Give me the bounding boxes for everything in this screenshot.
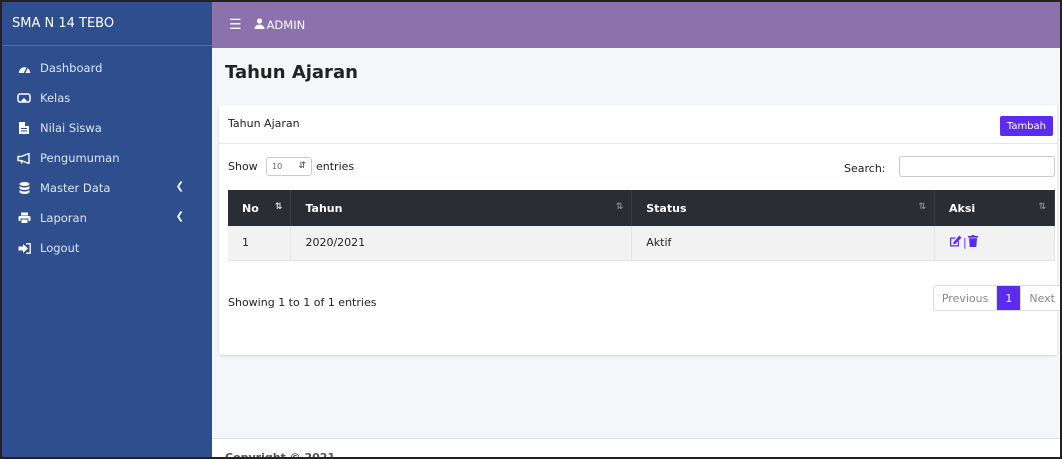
- table-info: Showing 1 to 1 of 1 entries: [228, 296, 377, 309]
- sidebar-item-label: Pengumuman: [40, 151, 120, 165]
- cell-no: 1: [228, 226, 292, 261]
- footer-copyright: Copyright © 2021: [225, 451, 336, 459]
- brand-link[interactable]: SMA N 14 TEBO: [2, 2, 212, 46]
- select-arrows-icon: ⇵: [298, 161, 306, 171]
- search-label: Search:: [844, 162, 886, 175]
- column-header-no[interactable]: No ⇅: [228, 190, 292, 226]
- data-card: Tahun Ajaran Tambah Show 10 ⇵ entries Se…: [219, 105, 1060, 355]
- sort-icon: ⇅: [1038, 202, 1046, 212]
- column-header-status[interactable]: Status ⇅: [631, 190, 936, 226]
- entries-label: entries: [316, 160, 355, 173]
- next-page-button[interactable]: Next: [1020, 286, 1060, 310]
- card-title: Tahun Ajaran: [228, 117, 300, 130]
- app-window: SMA N 14 TEBO Dashboard Kelas Nilai Sisw…: [0, 0, 1062, 459]
- card-header: Tahun Ajaran Tambah: [219, 105, 1057, 144]
- sidebar-item-pengumuman[interactable]: Pengumuman: [2, 143, 212, 173]
- show-label: Show: [228, 160, 258, 173]
- entries-select-value: 10: [272, 162, 283, 171]
- bullhorn-icon: [14, 152, 34, 164]
- column-header-aksi[interactable]: Aksi ⇅: [934, 190, 1055, 226]
- user-icon: [254, 18, 265, 32]
- page-title: Tahun Ajaran: [225, 62, 358, 83]
- sidebar-item-label: Laporan: [40, 211, 87, 225]
- sidebar-item-kelas[interactable]: Kelas: [2, 83, 212, 113]
- trash-icon[interactable]: [967, 235, 978, 250]
- sidebar-item-laporan[interactable]: Laporan ❮: [2, 203, 212, 233]
- sign-out-icon: [14, 242, 34, 254]
- sidebar-item-label: Master Data: [40, 181, 111, 195]
- search-input[interactable]: [899, 156, 1055, 177]
- cell-tahun: 2020/2021: [290, 226, 633, 261]
- sidebar: SMA N 14 TEBO Dashboard Kelas Nilai Sisw…: [2, 2, 212, 457]
- sidebar-item-dashboard[interactable]: Dashboard: [2, 53, 212, 83]
- edit-icon[interactable]: [949, 235, 962, 250]
- entries-select[interactable]: 10 ⇵: [266, 157, 312, 176]
- sidebar-item-label: Dashboard: [40, 61, 103, 75]
- data-table: No ⇅ Tahun ⇅ Status ⇅ Aksi ⇅ 1 2020/2021 Akt…: [228, 190, 1055, 261]
- sort-icon: ⇅: [274, 202, 283, 212]
- sidebar-item-master-data[interactable]: Master Data ❮: [2, 173, 212, 203]
- cell-aksi: |: [934, 226, 1055, 261]
- previous-page-button[interactable]: Previous: [933, 286, 998, 310]
- page-1-button[interactable]: 1: [997, 286, 1021, 310]
- user-label: ADMIN: [266, 18, 306, 32]
- dashboard-icon: [14, 63, 34, 74]
- user-menu[interactable]: ADMIN: [254, 18, 306, 32]
- sidebar-item-logout[interactable]: Logout: [2, 233, 212, 263]
- table-controls: Show 10 ⇵ entries Search:: [219, 144, 1057, 189]
- main-content: Tahun Ajaran Tahun Ajaran Tambah Show 10…: [212, 48, 1060, 459]
- hamburger-menu-icon[interactable]: ☰: [229, 17, 242, 33]
- chevron-left-icon: ❮: [175, 181, 184, 192]
- pagination: Previous 1 Next: [932, 285, 1060, 311]
- table-row: 1 2020/2021 Aktif |: [228, 226, 1055, 261]
- sidebar-item-label: Logout: [40, 241, 80, 255]
- cell-status: Aktif: [631, 226, 936, 261]
- footer: Copyright © 2021: [212, 438, 1060, 459]
- sidebar-item-label: Nilai Siswa: [40, 121, 102, 135]
- sidebar-menu: Dashboard Kelas Nilai Siswa Pengumuman M…: [2, 46, 212, 263]
- sort-icon: ⇅: [918, 202, 927, 212]
- database-icon: [14, 182, 34, 194]
- print-icon: [14, 212, 34, 224]
- sidebar-item-nilai-siswa[interactable]: Nilai Siswa: [2, 113, 212, 143]
- add-button[interactable]: Tambah: [999, 116, 1053, 136]
- file-icon: [14, 122, 34, 134]
- top-navbar: ☰ ADMIN: [212, 2, 1060, 48]
- sidebar-item-label: Kelas: [40, 91, 71, 105]
- chevron-left-icon: ❮: [175, 211, 184, 222]
- sort-icon: ⇅: [615, 202, 624, 212]
- action-separator: |: [963, 235, 967, 249]
- table-header-row: No ⇅ Tahun ⇅ Status ⇅ Aksi ⇅: [228, 190, 1055, 226]
- classroom-icon: [14, 92, 34, 104]
- column-header-tahun[interactable]: Tahun ⇅: [290, 190, 633, 226]
